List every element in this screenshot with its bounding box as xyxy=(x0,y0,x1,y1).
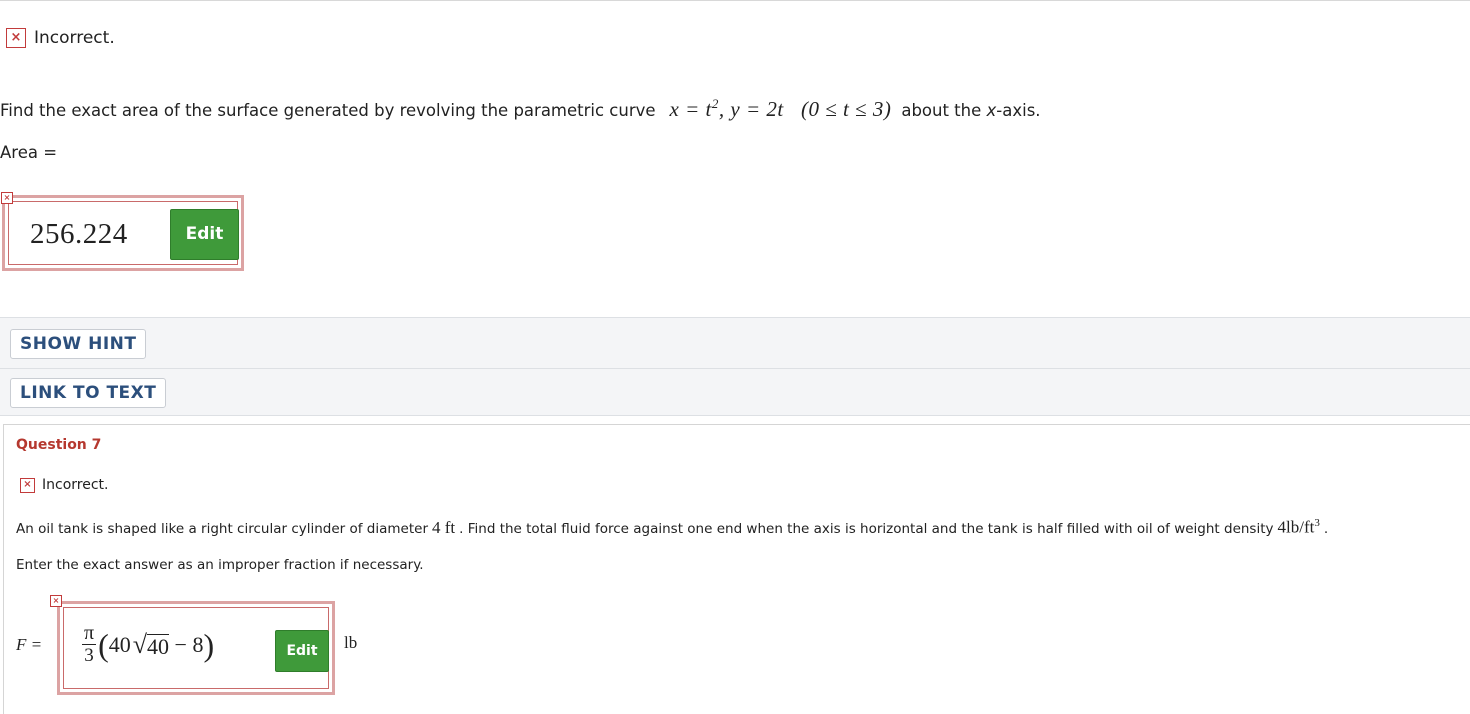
y-equation: , y = 2t xyxy=(718,97,784,121)
prompt-tail: about the x-axis. xyxy=(901,101,1040,120)
prompt-tail-a: about the xyxy=(901,101,987,120)
prompt-tail-b: -axis. xyxy=(996,101,1041,120)
question-prompt: An oil tank is shaped like a right circu… xyxy=(16,517,1328,538)
answer-box[interactable]: × π 3 ( 40 √ 40 − 8 ) Edit xyxy=(50,595,335,695)
coefficient: 40 xyxy=(108,631,131,657)
status-incorrect: × Incorrect. xyxy=(6,28,115,48)
answer-box[interactable]: × 256.224 Edit xyxy=(1,192,244,271)
instruction-text: Enter the exact answer as an improper fr… xyxy=(16,557,424,573)
question-prompt: Find the exact area of the surface gener… xyxy=(0,96,1041,122)
expression-rest: − 8 xyxy=(169,631,204,657)
edit-button[interactable]: Edit xyxy=(275,630,329,672)
prompt-text-2: . Find the total fluid force against one… xyxy=(459,520,1274,537)
question-title: Question 7 xyxy=(16,437,102,453)
link-to-text-button[interactable]: LINK TO TEXT xyxy=(10,378,167,408)
x-icon: × xyxy=(50,595,62,607)
parametric-equation: x = t2, y = 2t (0 ≤ t ≤ 3) xyxy=(670,96,892,122)
show-hint-button[interactable]: SHOW HINT xyxy=(10,329,147,359)
hint-bar: SHOW HINT xyxy=(0,317,1470,369)
close-paren: ) xyxy=(203,626,215,663)
unit-label: lb xyxy=(344,633,358,652)
radical-sign: √ xyxy=(132,629,148,659)
prompt-text: An oil tank is shaped like a right circu… xyxy=(16,520,429,537)
x-equation: x = t xyxy=(669,97,712,121)
fraction-numerator: π xyxy=(82,622,97,645)
density-unit: 4lb/ft xyxy=(1277,517,1315,537)
radicand: 40 xyxy=(147,633,170,659)
density-value: 4lb/ft3 xyxy=(1278,517,1320,538)
square-root: √ 40 xyxy=(132,629,170,659)
area-label: Area = xyxy=(0,143,58,162)
diameter-value: 4 ft xyxy=(432,517,456,537)
question-panel: Question 7 × Incorrect. An oil tank is s… xyxy=(3,424,1470,714)
edit-button[interactable]: Edit xyxy=(170,209,239,260)
density-exponent: 3 xyxy=(1314,517,1320,529)
force-label: F = xyxy=(16,635,43,654)
status-incorrect: × Incorrect. xyxy=(20,477,108,493)
parameter-range: (0 ≤ t ≤ 3) xyxy=(800,97,892,121)
fraction-denominator: 3 xyxy=(84,645,94,666)
prompt-end: . xyxy=(1323,520,1329,537)
x-exponent: 2 xyxy=(711,96,719,111)
prompt-axis: x xyxy=(986,101,997,120)
prompt-text: Find the exact area of the surface gener… xyxy=(0,101,656,120)
fraction: π 3 xyxy=(82,622,97,667)
x-icon: × xyxy=(20,477,35,493)
x-icon: × xyxy=(6,28,26,48)
x-icon: × xyxy=(1,192,13,204)
top-divider xyxy=(0,0,1470,1)
answer-value: 256.224 xyxy=(30,218,128,250)
status-text: Incorrect. xyxy=(42,477,109,493)
answer-expression: π 3 ( 40 √ 40 − 8 ) xyxy=(82,622,214,667)
status-text: Incorrect. xyxy=(34,28,115,48)
open-paren: ( xyxy=(98,626,109,663)
link-bar: LINK TO TEXT xyxy=(0,368,1470,416)
